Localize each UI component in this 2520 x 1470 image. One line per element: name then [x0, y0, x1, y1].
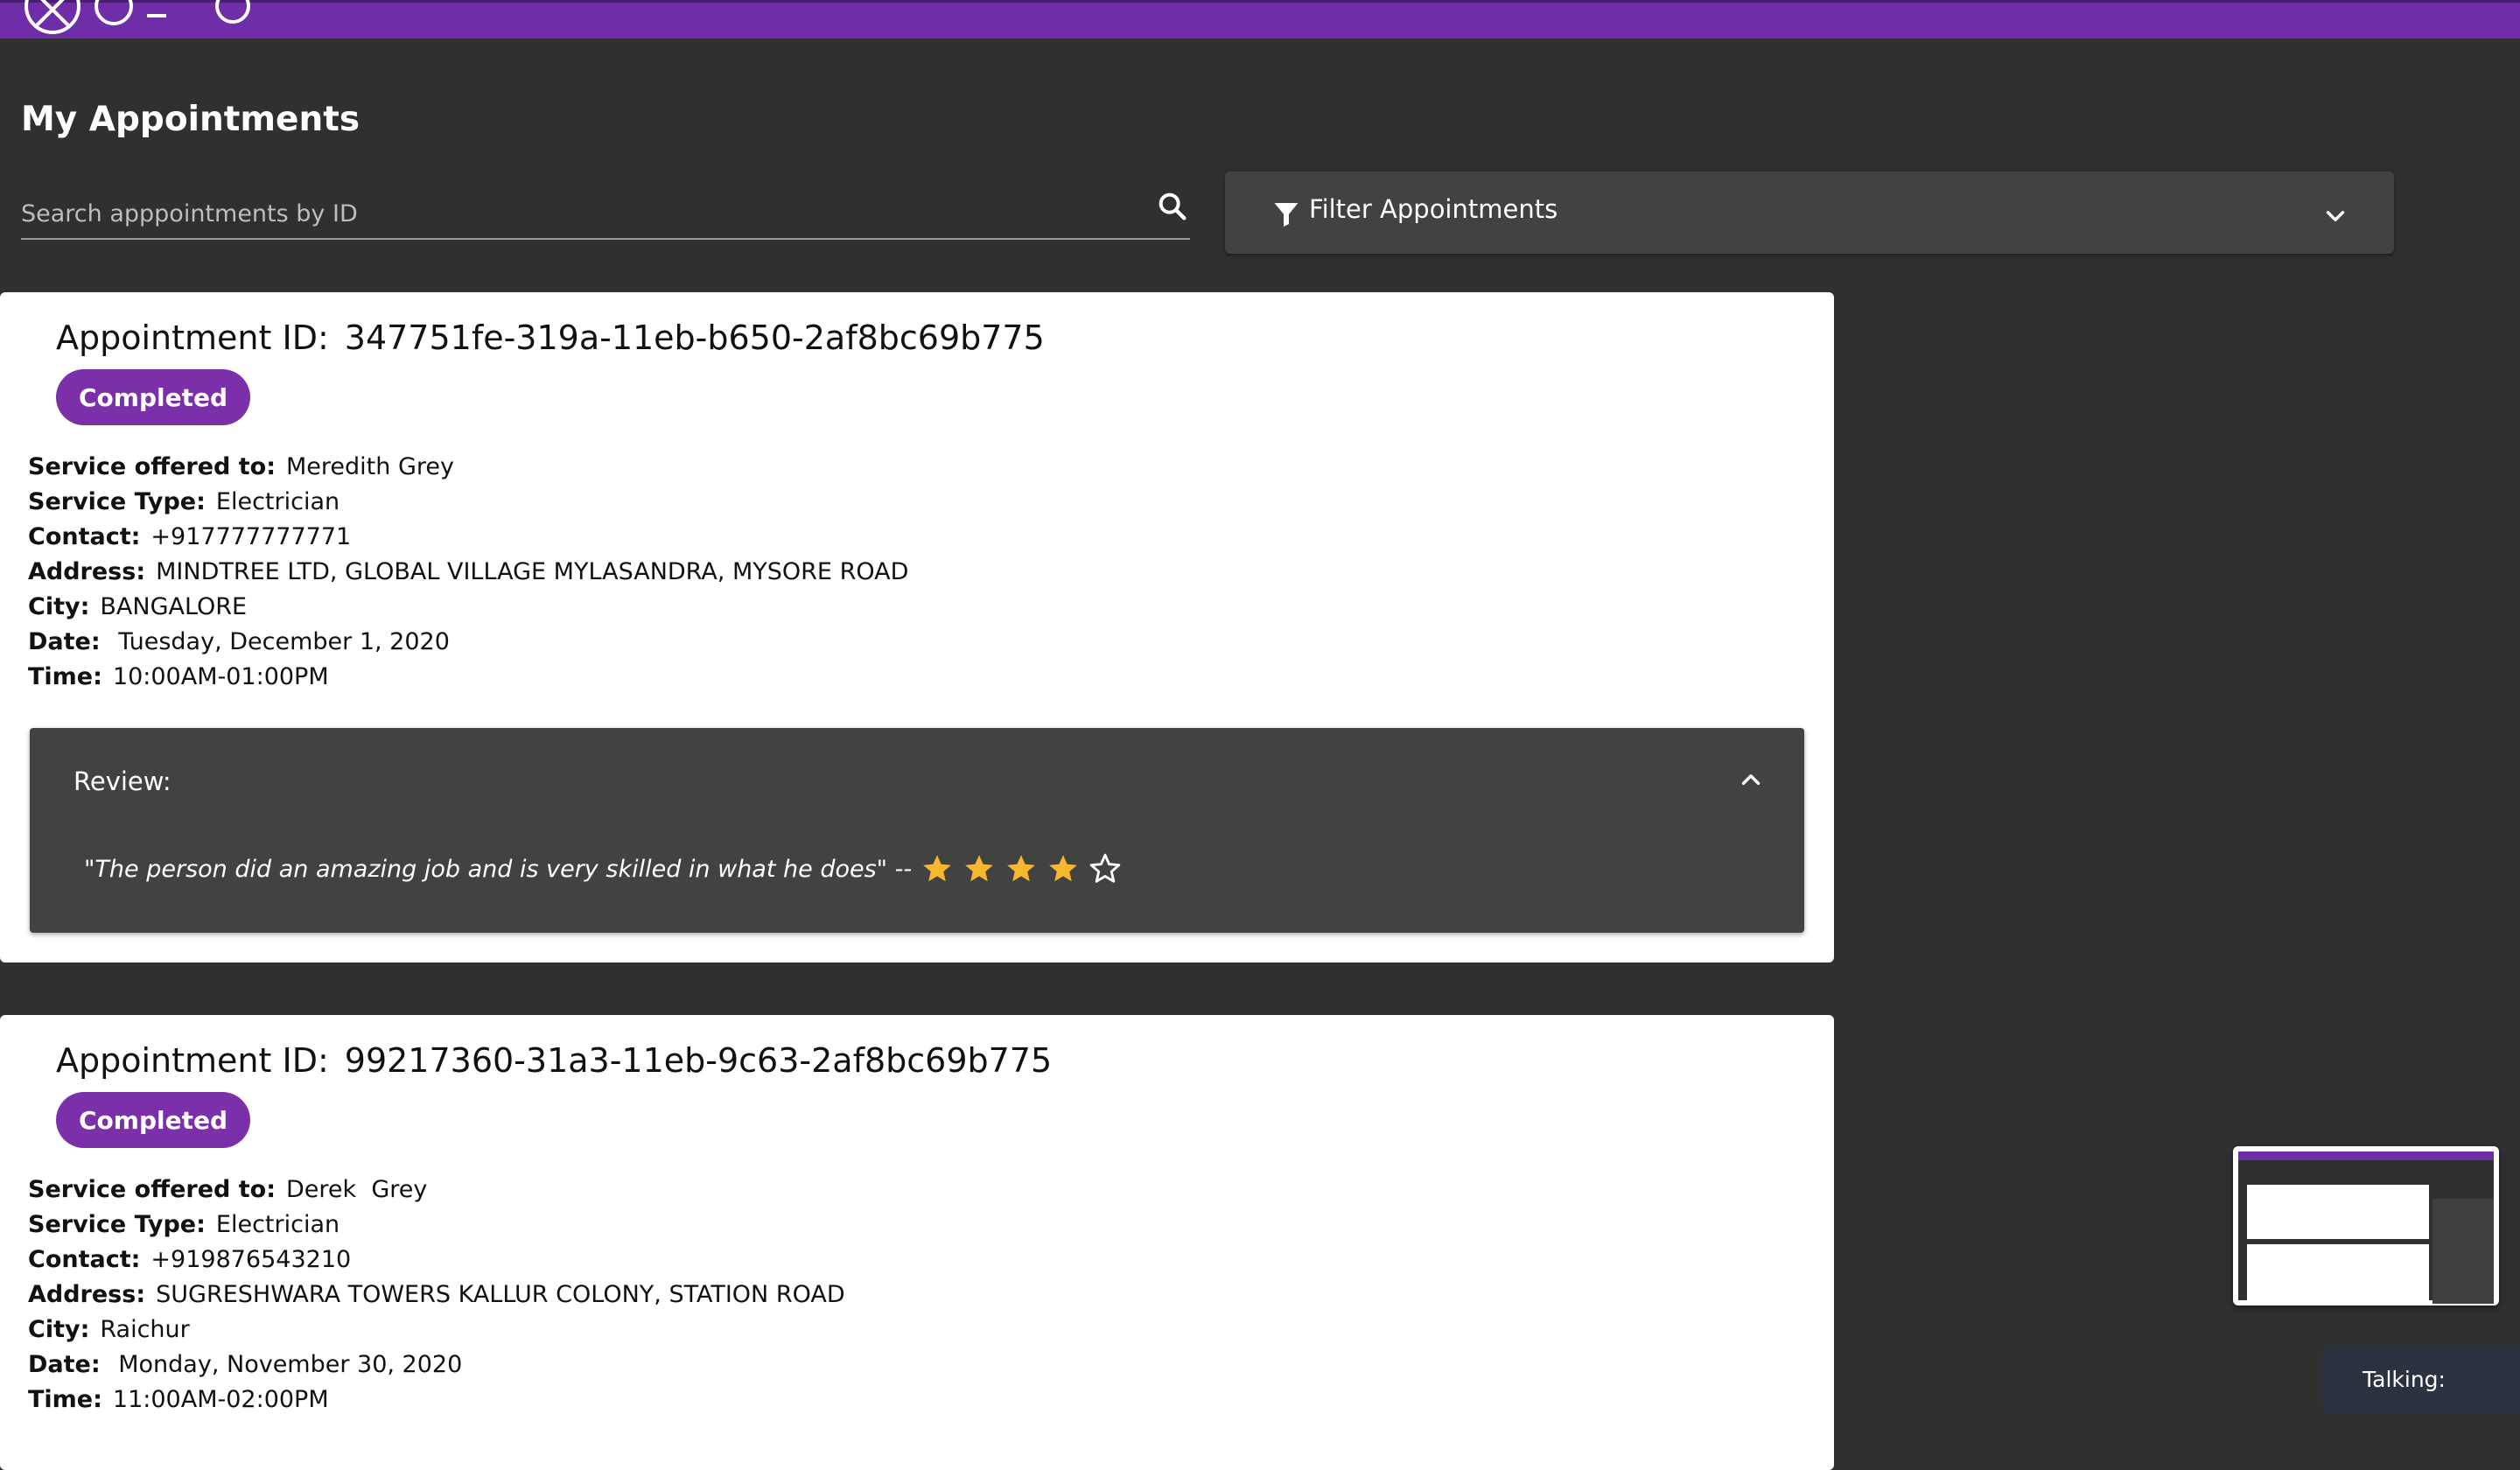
detail-label: Service offered to:: [28, 453, 276, 480]
detail-label: Service offered to:: [28, 1176, 276, 1203]
detail-value: Meredith Grey: [286, 453, 454, 480]
preview-side-panel: [2432, 1199, 2494, 1304]
review-panel[interactable]: Review: "The person did an amazing job a…: [30, 728, 1804, 933]
detail-row-time: Time: 11:00AM-02:00PM: [28, 1382, 845, 1418]
detail-row-service-type: Service Type: Electrician: [28, 1208, 845, 1242]
detail-row-city: City: Raichur: [28, 1312, 845, 1348]
filter-label: Filter Appointments: [1309, 194, 1558, 224]
appointment-id-value: 347751fe-319a-11eb-b650-2af8bc69b775: [344, 318, 1045, 357]
logo-ring-icon: [215, 0, 250, 24]
screen-share-preview[interactable]: [2233, 1146, 2499, 1306]
appointment-card: Appointment ID: 99217360-31a3-11eb-9c63-2…: [0, 1015, 1834, 1470]
appointment-id-heading: Appointment ID: 347751fe-319a-11eb-b650-2…: [56, 318, 1045, 357]
detail-row-address: Address: SUGRESHWARA TOWERS KALLUR COLONY…: [28, 1278, 845, 1312]
appointment-card: Appointment ID: 347751fe-319a-11eb-b650-2…: [0, 292, 1834, 962]
detail-row-address: Address: MINDTREE LTD, GLOBAL VILLAGE MYL…: [28, 555, 908, 590]
detail-label: Time:: [28, 663, 102, 690]
detail-value: Electrician: [215, 1211, 340, 1238]
detail-value: Tuesday, December 1, 2020: [110, 628, 450, 655]
status-badge: Completed: [56, 1092, 251, 1148]
review-body: "The person did an amazing job and is ve…: [84, 852, 1122, 886]
detail-label: Time:: [28, 1386, 102, 1413]
detail-value: 10:00AM-01:00PM: [112, 663, 329, 690]
preview-body: [2238, 1160, 2494, 1304]
detail-label: City:: [28, 1316, 90, 1343]
detail-row-service-offered-to: Service offered to: Derek Grey: [28, 1172, 845, 1208]
star-outline-icon[interactable]: [1088, 852, 1122, 886]
detail-row-date: Date: Monday, November 30, 2020: [28, 1348, 845, 1382]
appointment-id-label: Appointment ID:: [56, 318, 329, 357]
detail-value: 11:00AM-02:00PM: [112, 1386, 329, 1413]
detail-value: BANGALORE: [100, 593, 248, 620]
detail-label: Contact:: [28, 523, 141, 550]
detail-value: Electrician: [215, 488, 340, 515]
detail-row-contact: Contact: +917777777771: [28, 520, 908, 555]
detail-row-service-type: Service Type: Electrician: [28, 485, 908, 520]
filter-icon: [1274, 203, 1298, 227]
detail-label: Service Type:: [28, 1211, 206, 1238]
star-icon[interactable]: [920, 852, 954, 886]
detail-value: +919876543210: [150, 1246, 352, 1273]
detail-row-date: Date: Tuesday, December 1, 2020: [28, 625, 908, 660]
detail-value: +917777777771: [150, 523, 352, 550]
detail-row-service-offered-to: Service offered to: Meredith Grey: [28, 450, 908, 485]
preview-app-bar: [2238, 1152, 2494, 1160]
brand-logo[interactable]: [24, 0, 250, 34]
detail-row-contact: Contact: +919876543210: [28, 1242, 845, 1278]
detail-value: Raichur: [100, 1316, 190, 1343]
filter-appointments-panel[interactable]: Filter Appointments: [1225, 172, 2394, 254]
detail-value: MINDTREE LTD, GLOBAL VILLAGE MYLASANDRA,…: [156, 558, 909, 585]
detail-value: Derek Grey: [286, 1176, 428, 1203]
chevron-up-icon[interactable]: [1736, 765, 1766, 794]
appointment-id-heading: Appointment ID: 99217360-31a3-11eb-9c63-2…: [56, 1041, 1052, 1080]
detail-label: Date:: [28, 628, 101, 655]
detail-value: SUGRESHWARA TOWERS KALLUR COLONY, STATIO…: [156, 1281, 845, 1308]
star-icon[interactable]: [1046, 852, 1080, 886]
detail-label: Date:: [28, 1351, 101, 1378]
search-icon[interactable]: [1155, 189, 1190, 224]
detail-label: Contact:: [28, 1246, 141, 1273]
detail-label: Service Type:: [28, 488, 206, 515]
detail-row-time: Time: 10:00AM-01:00PM: [28, 660, 908, 695]
top-app-bar: [0, 0, 2520, 38]
page-title: My Appointments: [21, 100, 360, 139]
review-title: Review:: [74, 766, 172, 796]
detail-label: City:: [28, 593, 90, 620]
appointment-details: Service offered to: Meredith Grey Service…: [28, 450, 908, 695]
logo-dash-icon: [147, 14, 166, 18]
appointment-id-value: 99217360-31a3-11eb-9c63-2af8bc69b775: [344, 1041, 1053, 1080]
detail-label: Address:: [28, 1281, 146, 1308]
search-input[interactable]: [21, 196, 1124, 231]
talking-indicator: Talking:: [2322, 1346, 2520, 1414]
preview-card: [2247, 1185, 2429, 1239]
talking-label: Talking:: [2362, 1367, 2446, 1392]
detail-label: Address:: [28, 558, 146, 585]
star-rating: [920, 852, 1122, 886]
search-field: [21, 180, 1190, 240]
detail-row-city: City: BANGALORE: [28, 590, 908, 625]
appointment-id-label: Appointment ID:: [56, 1041, 329, 1080]
logo-icon: [24, 0, 80, 34]
star-icon[interactable]: [962, 852, 996, 886]
detail-value: Monday, November 30, 2020: [110, 1351, 463, 1378]
logo-ring-icon: [94, 0, 133, 25]
preview-card: [2247, 1244, 2429, 1300]
appointment-details: Service offered to: Derek Grey Service Ty…: [28, 1172, 845, 1418]
status-badge: Completed: [56, 369, 251, 425]
star-icon[interactable]: [1004, 852, 1038, 886]
review-text: "The person did an amazing job and is ve…: [84, 855, 913, 883]
chevron-down-icon[interactable]: [2320, 201, 2350, 231]
